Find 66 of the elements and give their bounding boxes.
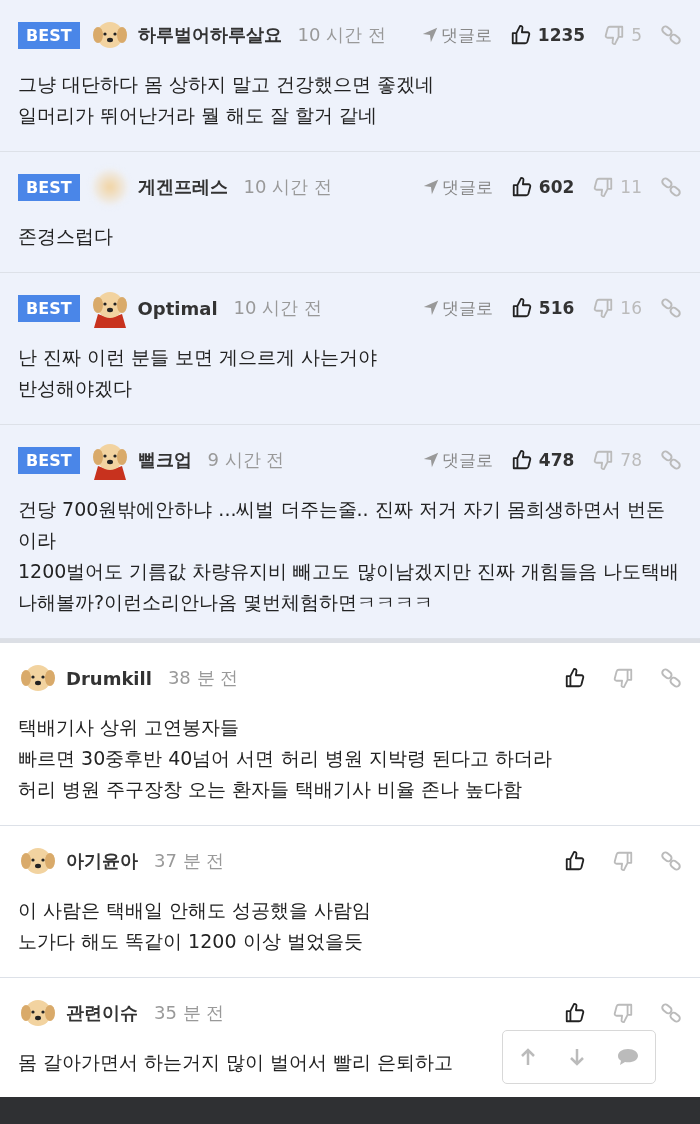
username: Drumkill (66, 667, 152, 689)
thumbs-up-icon[interactable] (510, 176, 533, 198)
timestamp: 9 시간 전 (207, 448, 285, 472)
comment-text: 빠르면 30중후반 40넘어 서면 허리 병원 지박령 된다고 하더라 (18, 746, 552, 771)
dislike-count: 11 (620, 177, 642, 197)
comment-text: 허리 병원 주구장창 오는 환자들 택배기사 비율 존나 높다함 (18, 777, 523, 802)
down-arrow-icon[interactable] (567, 1047, 587, 1067)
thumbs-up-icon[interactable] (564, 1002, 586, 1024)
thumbs-up-icon[interactable] (510, 449, 533, 471)
username: 하루벌어하루살요 (137, 23, 282, 47)
comment-text: 반성해야겠다 (18, 376, 132, 401)
thumbs-down-icon[interactable] (612, 1002, 634, 1024)
thumbs-down-icon[interactable] (592, 297, 615, 319)
like-count: 1235 (537, 25, 586, 45)
best-badge: BEST (18, 21, 80, 49)
link-icon[interactable] (660, 449, 682, 471)
link-icon[interactable] (660, 850, 682, 872)
thumbs-down-icon[interactable] (612, 850, 634, 872)
comment-text: 그냥 대단하다 몸 상하지 말고 건강했으면 좋겠네 (18, 72, 435, 97)
speech-bubble-icon[interactable] (616, 1047, 641, 1067)
username: 관련이슈 (66, 1001, 138, 1025)
link-icon[interactable] (660, 667, 682, 689)
comment-text: 몸 갈아가면서 하는거지 많이 벌어서 빨리 은퇴하고 (18, 1050, 454, 1075)
best-badge: BEST (18, 294, 80, 322)
timestamp: 37 분 전 (154, 849, 225, 873)
like-count: 478 (538, 450, 575, 470)
thumbs-down-icon[interactable] (592, 176, 615, 198)
link-icon[interactable] (660, 176, 682, 198)
like-count: 516 (538, 298, 575, 318)
username: 게겐프레스 (137, 175, 228, 199)
thumbs-down-icon[interactable] (592, 449, 615, 471)
comment-text: 건당 700원밖에안하냐 ...씨벌 더주는줄.. 진짜 저거 자기 몸희생하면서 번돈이라 (18, 497, 666, 553)
comment-text: 존경스럽다 (18, 224, 113, 249)
timestamp: 10 시간 전 (243, 175, 332, 199)
comment-text: 택배기사 상위 고연봉자들 (18, 715, 240, 740)
link-icon[interactable] (660, 24, 682, 46)
thumbs-up-icon[interactable] (564, 850, 586, 872)
timestamp: 10 시간 전 (233, 296, 322, 320)
reply-link[interactable]: 댓글로 (421, 296, 493, 320)
username: 뻘크업 (137, 448, 192, 472)
dislike-count: 16 (620, 298, 642, 318)
dislike-count: 78 (620, 450, 642, 470)
comment-text: 노가다 해도 똑같이 1200 이상 벌었을듯 (18, 929, 363, 954)
thumbs-up-icon[interactable] (510, 297, 533, 319)
link-icon[interactable] (660, 1002, 682, 1024)
reply-link[interactable]: 댓글로 (420, 23, 492, 47)
timestamp: 10 시간 전 (297, 23, 386, 47)
best-badge: BEST (18, 446, 80, 474)
dislike-count: 5 (631, 25, 642, 45)
comment-text: 1200벌어도 기름값 차량유지비 빼고도 많이남겠지만 진짜 개힘들음 나도택배나해볼까?이런소리안나옴 몇번체험하면ㅋㅋㅋㅋ (18, 559, 680, 615)
thumbs-down-icon[interactable] (612, 667, 634, 689)
thumbs-up-icon[interactable] (564, 667, 586, 689)
thumbs-up-icon[interactable] (509, 24, 532, 46)
timestamp: 38 분 전 (167, 666, 239, 690)
comment-text: 일머리가 뛰어난거라 뭘 해도 잘 할거 같네 (18, 103, 378, 128)
link-icon[interactable] (660, 297, 682, 319)
like-count: 602 (538, 177, 575, 197)
best-badge: BEST (18, 173, 80, 201)
thumbs-down-icon[interactable] (603, 24, 626, 46)
reply-link[interactable]: 댓글로 (421, 175, 493, 199)
username: 아기윤아 (66, 849, 138, 873)
timestamp: 35 분 전 (154, 1001, 225, 1025)
username: Optimal (137, 297, 218, 319)
reply-link[interactable]: 댓글로 (421, 448, 493, 472)
comment-text: 난 진짜 이런 분들 보면 게으르게 사는거야 (18, 345, 378, 370)
comment-text: 이 사람은 택배일 안해도 성공했을 사람임 (18, 898, 372, 923)
